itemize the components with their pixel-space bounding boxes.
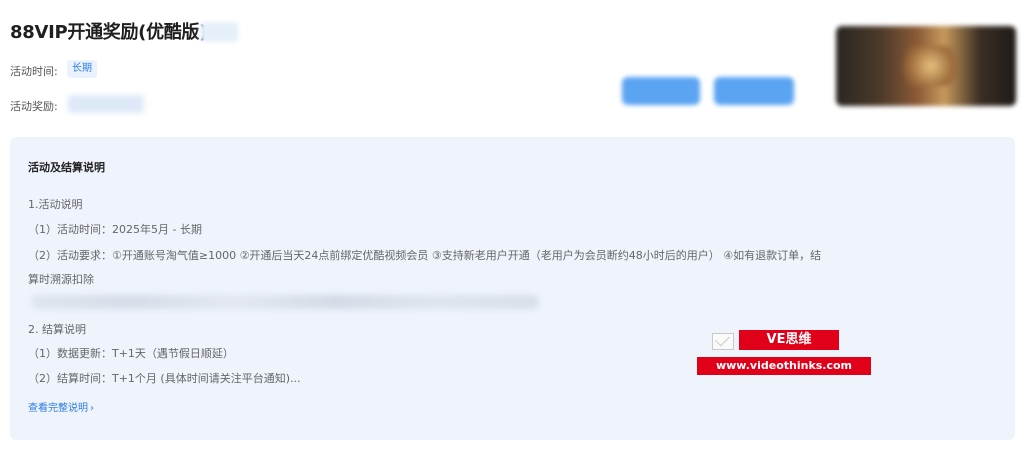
info-line: （1）活动时间：2025年5月 - 长期 — [28, 223, 202, 236]
chevron-right-icon: › — [90, 403, 94, 414]
secondary-action-button[interactable] — [714, 77, 794, 105]
info-line: （2）活动要求：①开通账号淘气值≥1000 ②开通后当天24点前绑定优酷视频会员… — [28, 249, 822, 262]
section-heading: 1.活动说明 — [28, 198, 83, 211]
link-label: 查看完整说明 — [28, 403, 88, 414]
thumbnail-highlight — [896, 46, 966, 86]
page-title: 88VIP开通奖励(优酷版) — [10, 22, 208, 43]
activity-reward-label: 活动奖励: — [10, 100, 58, 113]
title-tag-blurred — [200, 22, 238, 42]
watermark-url: www.videothinks.com — [697, 357, 871, 375]
watermark-name: VE思维 — [739, 330, 839, 350]
primary-action-button[interactable] — [622, 77, 700, 105]
promo-thumbnail — [836, 26, 1016, 106]
mail-icon — [712, 333, 734, 350]
activity-time-tag: 长期 — [67, 60, 97, 78]
panel-title: 活动及结算说明 — [28, 161, 105, 174]
info-line: 算时溯源扣除 — [28, 273, 94, 286]
info-line: （1）数据更新：T+1天（遇节假日顺延） — [28, 347, 234, 360]
blurred-text-line — [32, 295, 538, 309]
settlement-info-panel: 活动及结算说明 1.活动说明 （1）活动时间：2025年5月 - 长期 （2）活… — [10, 137, 1015, 440]
section-heading: 2. 结算说明 — [28, 323, 86, 336]
activity-reward-value-blurred — [68, 95, 144, 113]
info-line: （2）结算时间：T+1个月 (具体时间请关注平台通知)... — [28, 372, 301, 385]
view-full-description-link[interactable]: 查看完整说明 › — [28, 399, 94, 414]
activity-time-label: 活动时间: — [10, 65, 58, 78]
